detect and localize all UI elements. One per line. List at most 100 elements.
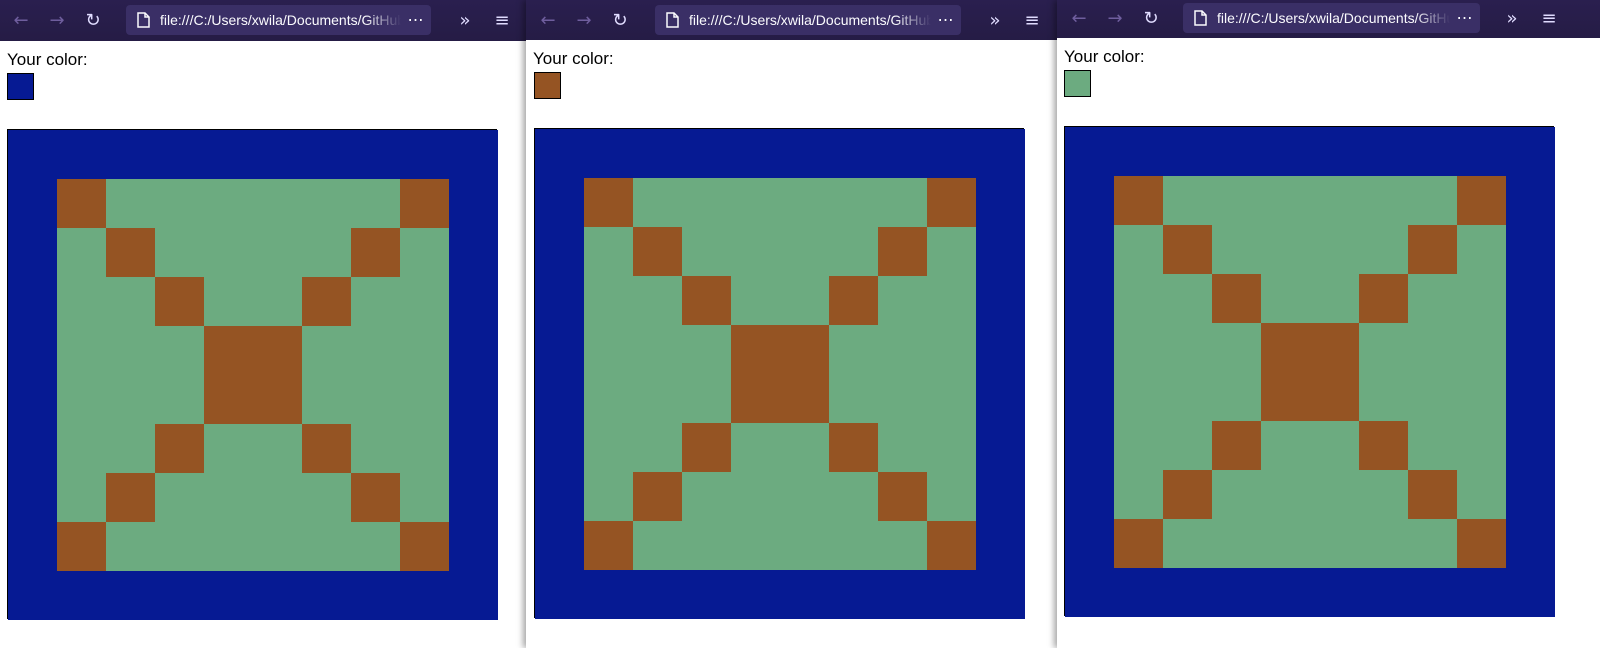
board-cell-green[interactable] [633,521,682,570]
board-cell-green[interactable] [400,424,449,473]
board-cell-brown[interactable] [1359,274,1408,323]
board-cell-brown[interactable] [1212,421,1261,470]
board-cell-blue[interactable] [976,521,1025,570]
board-cell-green[interactable] [1359,470,1408,519]
board-cell-blue[interactable] [535,521,584,570]
board-cell-green[interactable] [1212,470,1261,519]
board-cell-blue[interactable] [1212,127,1261,176]
board-cell-green[interactable] [302,179,351,228]
board-cell-green[interactable] [731,423,780,472]
board-cell-green[interactable] [1212,519,1261,568]
board-cell-blue[interactable] [106,130,155,179]
board-cell-blue[interactable] [8,228,57,277]
board-cell-blue[interactable] [976,423,1025,472]
board-cell-brown[interactable] [731,374,780,423]
board-cell-green[interactable] [253,424,302,473]
board-cell-green[interactable] [253,179,302,228]
board-cell-green[interactable] [878,374,927,423]
board-cell-blue[interactable] [8,571,57,620]
board-cell-blue[interactable] [535,472,584,521]
board-cell-green[interactable] [155,375,204,424]
board-cell-green[interactable] [633,374,682,423]
board-cell-blue[interactable] [449,522,498,571]
board-cell-brown[interactable] [878,227,927,276]
board-cell-blue[interactable] [1114,568,1163,617]
board-cell-blue[interactable] [1261,568,1310,617]
board-cell-brown[interactable] [780,325,829,374]
board-cell-green[interactable] [1310,421,1359,470]
board-cell-blue[interactable] [1359,127,1408,176]
board-cell-green[interactable] [682,521,731,570]
board-cell-green[interactable] [253,277,302,326]
board-cell-blue[interactable] [449,277,498,326]
board-cell-green[interactable] [584,472,633,521]
board-cell-green[interactable] [106,522,155,571]
board-cell-green[interactable] [1212,176,1261,225]
board-cell-blue[interactable] [302,571,351,620]
board-cell-brown[interactable] [302,277,351,326]
board-cell-blue[interactable] [1065,372,1114,421]
game-board[interactable] [7,129,498,620]
board-cell-blue[interactable] [302,130,351,179]
board-cell-green[interactable] [155,326,204,375]
board-cell-blue[interactable] [633,129,682,178]
board-cell-blue[interactable] [1065,568,1114,617]
board-cell-green[interactable] [584,325,633,374]
board-cell-blue[interactable] [1506,274,1555,323]
board-cell-blue[interactable] [1163,568,1212,617]
back-arrow-icon[interactable]: ← [1067,7,1091,31]
board-cell-blue[interactable] [682,129,731,178]
board-cell-green[interactable] [106,326,155,375]
board-cell-brown[interactable] [1163,470,1212,519]
board-cell-blue[interactable] [1506,421,1555,470]
board-cell-blue[interactable] [1457,127,1506,176]
board-cell-blue[interactable] [1506,372,1555,421]
board-cell-green[interactable] [878,325,927,374]
back-arrow-icon[interactable]: ← [536,9,560,33]
board-cell-blue[interactable] [1506,568,1555,617]
board-cell-green[interactable] [400,375,449,424]
board-cell-green[interactable] [204,228,253,277]
board-cell-brown[interactable] [682,423,731,472]
board-cell-green[interactable] [829,521,878,570]
board-cell-green[interactable] [1457,421,1506,470]
board-cell-blue[interactable] [155,130,204,179]
board-cell-brown[interactable] [155,277,204,326]
url-text[interactable]: file:///C:/Users/xwila/Documents/GitHub [689,12,931,28]
board-cell-blue[interactable] [535,129,584,178]
more-icon[interactable]: ⋯ [931,10,961,30]
board-cell-blue[interactable] [976,325,1025,374]
board-cell-blue[interactable] [976,570,1025,619]
board-cell-green[interactable] [927,472,976,521]
board-cell-green[interactable] [1114,274,1163,323]
board-cell-brown[interactable] [1359,421,1408,470]
board-cell-blue[interactable] [1065,176,1114,225]
board-cell-blue[interactable] [1457,568,1506,617]
board-cell-green[interactable] [829,227,878,276]
board-cell-blue[interactable] [1310,568,1359,617]
board-cell-green[interactable] [682,227,731,276]
board-cell-green[interactable] [878,521,927,570]
board-cell-green[interactable] [1408,274,1457,323]
board-cell-blue[interactable] [1506,323,1555,372]
board-cell-green[interactable] [731,227,780,276]
board-cell-green[interactable] [584,227,633,276]
board-cell-green[interactable] [204,522,253,571]
forward-arrow-icon[interactable]: → [572,9,596,33]
board-cell-blue[interactable] [8,179,57,228]
board-cell-blue[interactable] [8,473,57,522]
board-cell-blue[interactable] [535,374,584,423]
board-cell-brown[interactable] [1114,176,1163,225]
overflow-chevrons-icon[interactable]: » [453,9,477,33]
board-cell-brown[interactable] [253,375,302,424]
overflow-chevrons-icon[interactable]: » [1500,7,1524,31]
board-cell-blue[interactable] [8,277,57,326]
board-cell-blue[interactable] [449,326,498,375]
board-cell-green[interactable] [57,277,106,326]
board-cell-blue[interactable] [829,129,878,178]
board-cell-green[interactable] [1359,176,1408,225]
board-cell-green[interactable] [829,178,878,227]
board-cell-green[interactable] [400,277,449,326]
board-cell-green[interactable] [351,326,400,375]
board-cell-green[interactable] [1163,372,1212,421]
